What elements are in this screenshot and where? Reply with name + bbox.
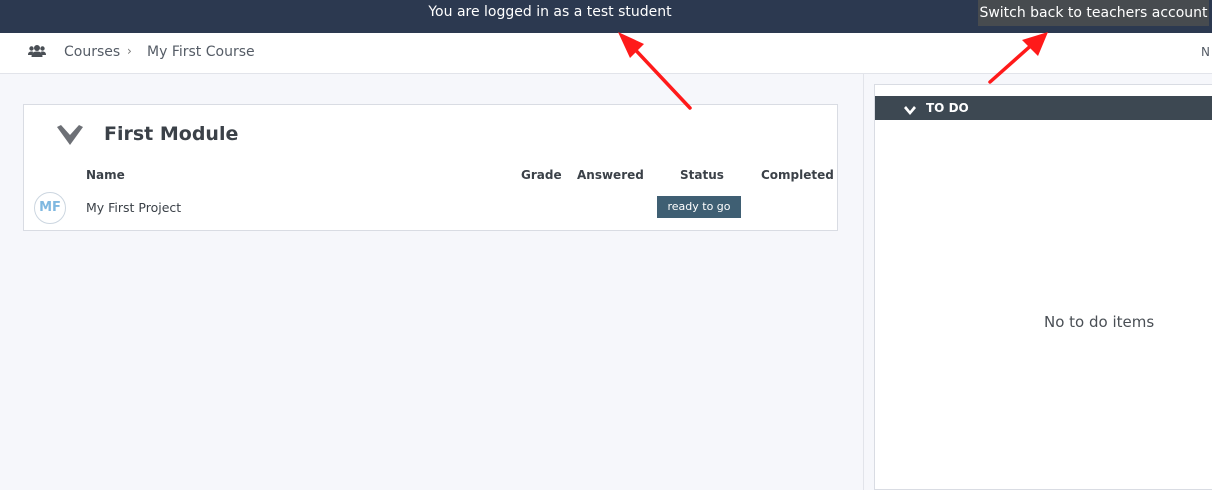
breadcrumb-courses[interactable]: Courses: [64, 44, 120, 60]
todo-empty-message: No to do items: [1044, 313, 1155, 331]
project-name[interactable]: My First Project: [86, 200, 181, 215]
module-title: First Module: [104, 123, 239, 145]
column-header-completed: Completed: [761, 168, 834, 182]
annotation-arrow-switch: [988, 32, 1048, 84]
banner-message: You are logged in as a test student: [428, 4, 672, 20]
switch-back-button[interactable]: Switch back to teachers account: [978, 0, 1209, 26]
status-badge: ready to go: [657, 196, 741, 218]
column-header-answered: Answered: [577, 168, 644, 182]
todo-title: TO DO: [926, 101, 969, 115]
breadcrumb-current-course[interactable]: My First Course: [147, 44, 255, 60]
chevron-right-icon: ›: [127, 44, 132, 58]
project-avatar: MF: [34, 192, 66, 224]
chevron-down-icon: [904, 101, 916, 120]
people-icon[interactable]: [28, 43, 46, 62]
collapse-chevron-icon[interactable]: [57, 125, 83, 149]
annotation-arrow-banner: [618, 32, 692, 110]
nav-cut-item[interactable]: N: [1201, 45, 1210, 59]
panel-divider: [863, 74, 864, 490]
column-header-name: Name: [86, 168, 125, 182]
todo-panel: TO DO No to do items: [874, 84, 1212, 490]
module-card: First Module Name Grade Answered Status …: [23, 104, 838, 231]
column-header-status: Status: [680, 168, 724, 182]
column-header-grade: Grade: [521, 168, 562, 182]
todo-header[interactable]: TO DO: [875, 96, 1212, 120]
